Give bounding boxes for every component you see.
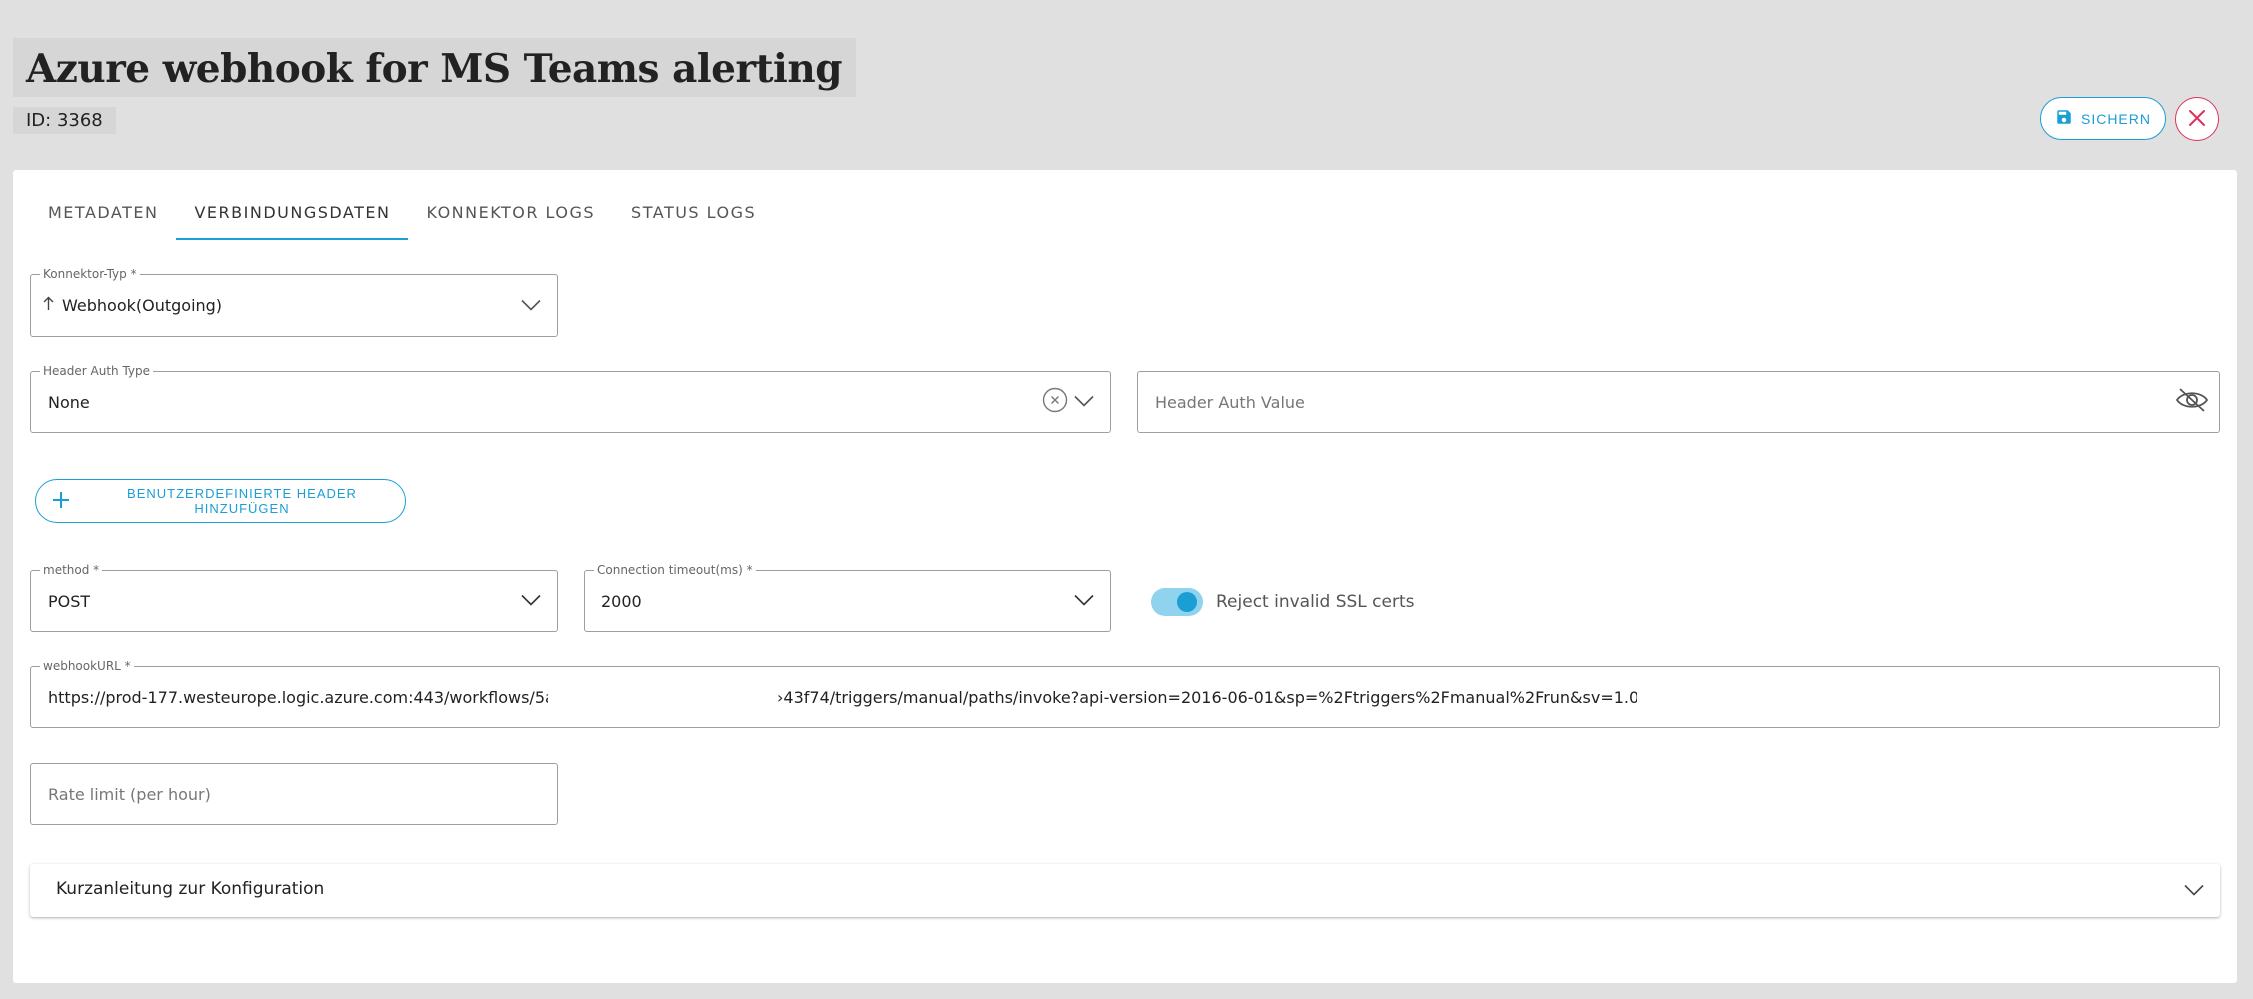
plus-icon — [52, 491, 70, 512]
tab-metadaten[interactable]: METADATEN — [30, 196, 176, 240]
tab-status-logs[interactable]: STATUS LOGS — [613, 196, 774, 240]
connection-card: METADATEN VERBINDUNGSDATEN KONNEKTOR LOG… — [13, 170, 2237, 983]
header-auth-value-placeholder: Header Auth Value — [1155, 392, 1305, 412]
rate-limit-field[interactable]: Rate limit (per hour) — [30, 763, 558, 825]
method-select[interactable]: method * POST — [30, 562, 558, 632]
page-title-container: Azure webhook for MS Teams alerting — [13, 38, 856, 97]
tab-konnektor-logs[interactable]: KONNEKTOR LOGS — [408, 196, 613, 240]
add-custom-header-label: BENUTZERDEFINIERTE HEADER HINZUFÜGEN — [127, 486, 357, 516]
chevron-down-icon — [521, 592, 541, 611]
chevron-down-icon — [1074, 592, 1094, 611]
page-title: Azure webhook for MS Teams alerting — [26, 46, 843, 92]
webhook-url-field[interactable]: webhookURL * https://prod-177.westeurope… — [30, 658, 2220, 728]
tab-bar: METADATEN VERBINDUNGSDATEN KONNEKTOR LOG… — [30, 196, 774, 240]
eye-off-icon[interactable] — [2175, 387, 2209, 417]
header-auth-type-select[interactable]: Header Auth Type None — [30, 363, 1111, 433]
method-value: POST — [48, 591, 91, 611]
reject-ssl-label: Reject invalid SSL certs — [1216, 592, 1415, 612]
rate-limit-placeholder: Rate limit (per hour) — [48, 784, 211, 804]
save-icon — [2055, 108, 2073, 129]
chevron-down-icon — [2184, 881, 2204, 900]
webhook-url-value-end: ›43f74/triggers/manual/paths/invoke?api-… — [777, 687, 1637, 707]
config-guide-accordion[interactable]: Kurzanleitung zur Konfiguration — [30, 864, 2220, 917]
add-custom-header-button[interactable]: BENUTZERDEFINIERTE HEADER HINZUFÜGEN — [35, 479, 406, 523]
close-button[interactable] — [2175, 97, 2219, 141]
tab-verbindungsdaten[interactable]: VERBINDUNGSDATEN — [176, 196, 409, 240]
clear-icon[interactable] — [1042, 387, 1068, 417]
reject-ssl-toggle[interactable] — [1151, 588, 1203, 616]
webhook-url-value-start: https://prod-177.westeurope.logic.azure.… — [48, 687, 548, 707]
id-badge: ID: 3368 — [13, 107, 116, 134]
save-button-label: SICHERN — [2080, 110, 2151, 127]
connection-timeout-value: 2000 — [601, 591, 642, 611]
config-guide-title: Kurzanleitung zur Konfiguration — [56, 879, 325, 899]
connection-timeout-select[interactable]: Connection timeout(ms) * 2000 — [584, 562, 1111, 632]
close-icon — [2188, 109, 2206, 130]
arrow-up-icon — [43, 296, 54, 315]
header-auth-value-field[interactable]: Header Auth Value — [1137, 371, 2220, 433]
chevron-down-icon — [1074, 393, 1094, 412]
toggle-knob — [1177, 592, 1197, 612]
chevron-down-icon — [521, 296, 541, 315]
connector-type-select[interactable]: Konnektor-Typ * Webhook(Outgoing) — [30, 266, 558, 337]
save-button[interactable]: SICHERN — [2040, 97, 2166, 140]
header-auth-type-value: None — [48, 392, 90, 412]
connector-type-value: Webhook(Outgoing) — [62, 296, 223, 315]
